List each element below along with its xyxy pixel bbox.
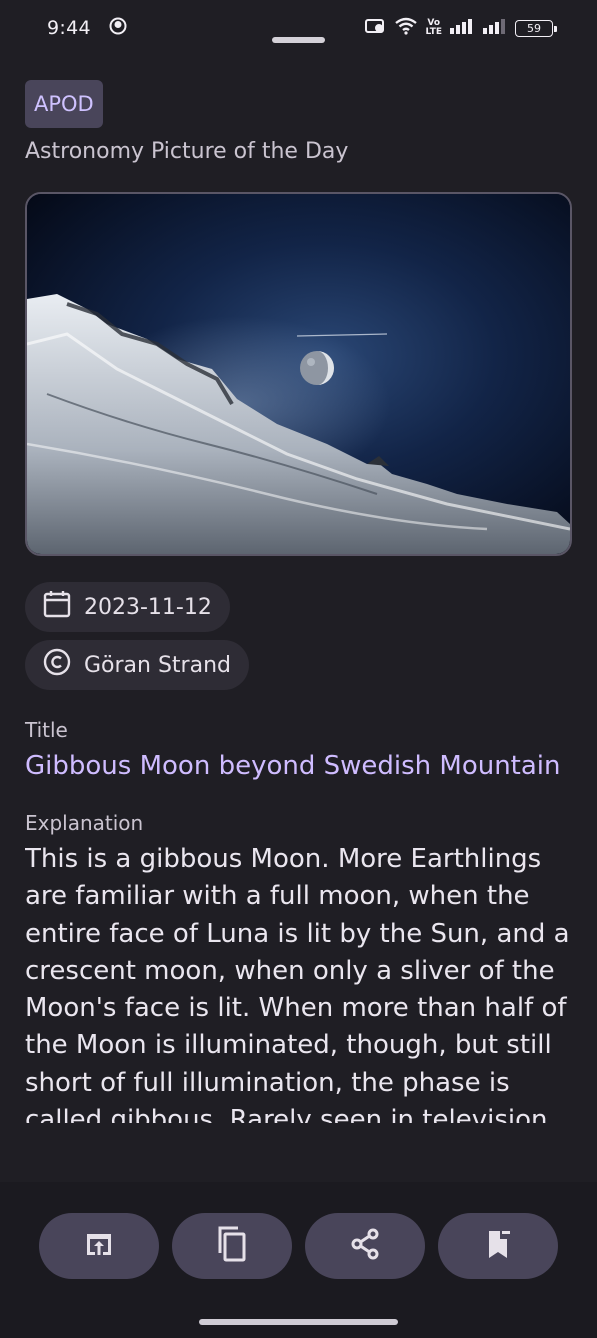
system-nav-bar [0, 1312, 597, 1338]
bookmark-button[interactable] [438, 1213, 558, 1279]
copyright-value: Göran Strand [84, 652, 231, 678]
bottom-action-bar [0, 1182, 597, 1312]
page-subtitle: Astronomy Picture of the Day [25, 139, 349, 164]
copyright-chip: Göran Strand [25, 640, 249, 690]
battery-icon: 59 [515, 19, 557, 37]
volte-indicator: Vo LTE [425, 19, 442, 37]
copy-button[interactable] [172, 1213, 292, 1279]
copyright-icon [42, 647, 72, 683]
date-chip: 2023-11-12 [25, 582, 230, 632]
explanation-label: Explanation [25, 811, 144, 835]
sheet-drag-handle[interactable] [272, 37, 325, 43]
calendar-icon [42, 589, 72, 625]
title-label: Title [25, 718, 68, 742]
open-in-browser-button[interactable] [39, 1213, 159, 1279]
main-content: APOD Astronomy Picture of the Day 2023-1… [25, 80, 572, 1123]
explanation-text: This is a gibbous Moon. More Earthlings … [25, 844, 570, 1123]
apod-title: Gibbous Moon beyond Swedish Mountain [25, 751, 561, 781]
date-value: 2023-11-12 [84, 594, 212, 620]
open-in-browser-icon [82, 1227, 116, 1265]
bookmark-add-icon [481, 1227, 515, 1265]
rcs-icon [365, 18, 387, 38]
apod-badge: APOD [25, 80, 103, 128]
share-icon [348, 1227, 382, 1265]
battery-level: 59 [527, 21, 541, 35]
status-bar: 9:44 Vo LTE 59 [0, 0, 597, 56]
signal-icon-2 [482, 18, 508, 38]
wifi-icon [394, 17, 418, 39]
copy-icon [215, 1225, 249, 1267]
moon-mountain-illustration [27, 194, 570, 554]
apod-image[interactable] [25, 192, 572, 556]
notification-icon [109, 17, 127, 39]
status-time: 9:44 [47, 17, 91, 39]
share-button[interactable] [305, 1213, 425, 1279]
signal-icon-1 [449, 18, 475, 38]
home-indicator[interactable] [199, 1319, 398, 1325]
volte-bottom: LTE [425, 27, 442, 37]
